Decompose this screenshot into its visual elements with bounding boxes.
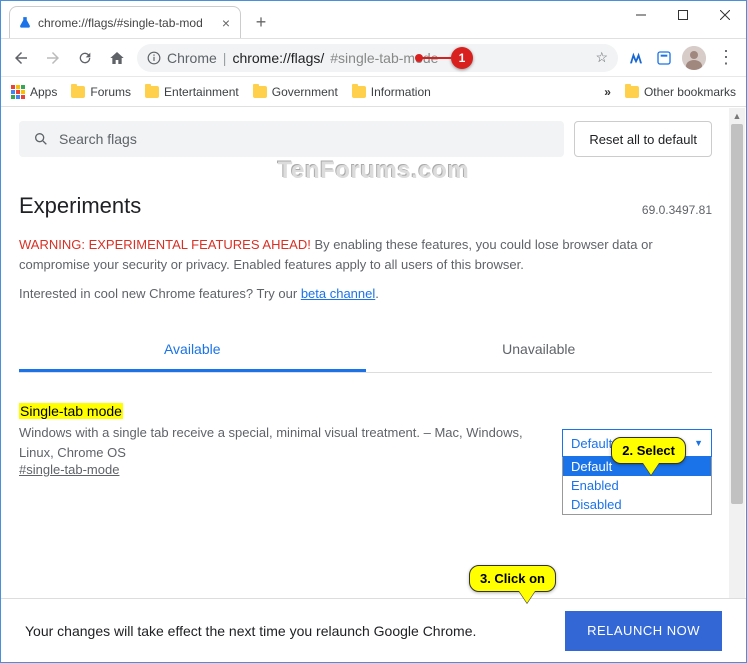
- relaunch-bar: Your changes will take effect the next t…: [1, 598, 746, 662]
- annotation-step-1: 1: [451, 47, 473, 69]
- annotation-dot-1: [415, 54, 423, 62]
- search-flags-input[interactable]: Search flags: [19, 121, 564, 157]
- address-bar[interactable]: Chrome | chrome://flags/#single-tab-mode…: [137, 44, 618, 72]
- maximize-button[interactable]: [662, 1, 704, 29]
- bookmark-star-icon[interactable]: ☆: [595, 49, 608, 66]
- home-button[interactable]: [105, 46, 129, 70]
- folder-icon: [253, 86, 267, 98]
- forward-button[interactable]: [41, 46, 65, 70]
- relaunch-button[interactable]: RELAUNCH NOW: [565, 611, 722, 651]
- flag-single-tab-mode: Single-tab mode Windows with a single ta…: [19, 403, 712, 477]
- scrollbar-thumb[interactable]: [731, 124, 743, 504]
- tab-unavailable[interactable]: Unavailable: [366, 329, 713, 372]
- browser-tab[interactable]: chrome://flags/#single-tab-mod ×: [9, 6, 241, 38]
- tab-title: chrome://flags/#single-tab-mod: [38, 16, 216, 30]
- relaunch-message: Your changes will take effect the next t…: [25, 623, 476, 639]
- tab-available[interactable]: Available: [19, 329, 366, 372]
- annotation-step-3: 3. Click on: [469, 565, 556, 592]
- bookmark-folder[interactable]: Information: [352, 85, 431, 99]
- folder-icon: [71, 86, 85, 98]
- flag-state-dropdown: Default Enabled Disabled: [562, 457, 712, 515]
- flask-icon: [18, 16, 32, 30]
- bookmark-folder[interactable]: Government: [253, 85, 338, 99]
- bookmark-folder[interactable]: Forums: [71, 85, 131, 99]
- reload-button[interactable]: [73, 46, 97, 70]
- vertical-scrollbar[interactable]: ▲ ▼: [729, 108, 745, 661]
- flag-hash-link[interactable]: #single-tab-mode: [19, 462, 119, 477]
- annotation-line-1: [419, 57, 451, 59]
- close-window-button[interactable]: [704, 1, 746, 29]
- reset-all-button[interactable]: Reset all to default: [574, 121, 712, 157]
- option-disabled[interactable]: Disabled: [563, 495, 711, 514]
- flag-tabs: Available Unavailable: [19, 329, 712, 373]
- folder-icon: [352, 86, 366, 98]
- profile-avatar[interactable]: [682, 46, 706, 70]
- toolbar: Chrome | chrome://flags/#single-tab-mode…: [1, 39, 746, 77]
- warning-heading: WARNING: EXPERIMENTAL FEATURES AHEAD!: [19, 237, 311, 252]
- search-icon: [33, 131, 49, 147]
- beta-channel-line: Interested in cool new Chrome features? …: [19, 286, 712, 301]
- extension-edge-icon[interactable]: [654, 48, 674, 68]
- info-icon: [147, 51, 161, 65]
- extension-malwarebytes-icon[interactable]: [626, 48, 646, 68]
- flag-title: Single-tab mode: [19, 403, 123, 419]
- folder-icon: [625, 86, 639, 98]
- url-scheme-label: Chrome: [167, 50, 217, 66]
- apps-icon: [11, 85, 25, 99]
- option-enabled[interactable]: Enabled: [563, 476, 711, 495]
- search-placeholder: Search flags: [59, 131, 137, 147]
- experiments-warning: WARNING: EXPERIMENTAL FEATURES AHEAD! By…: [19, 235, 712, 274]
- titlebar: chrome://flags/#single-tab-mod × +: [1, 1, 746, 39]
- folder-icon: [145, 86, 159, 98]
- close-tab-icon[interactable]: ×: [222, 15, 230, 31]
- flag-description: Windows with a single tab receive a spec…: [19, 423, 559, 462]
- page-title: Experiments: [19, 193, 712, 219]
- beta-channel-link[interactable]: beta channel: [301, 286, 375, 301]
- bookmarks-bar: Apps Forums Entertainment Government Inf…: [1, 77, 746, 107]
- annotation-step-2: 2. Select: [611, 437, 686, 464]
- minimize-button[interactable]: [620, 1, 662, 29]
- url-path: chrome://flags/: [232, 50, 324, 66]
- select-value: Default: [571, 436, 612, 451]
- new-tab-button[interactable]: +: [247, 8, 275, 36]
- back-button[interactable]: [9, 46, 33, 70]
- window-controls: [620, 1, 746, 29]
- page-content: Search flags Reset all to default Experi…: [1, 107, 746, 477]
- apps-label: Apps: [30, 85, 57, 99]
- other-bookmarks[interactable]: Other bookmarks: [625, 85, 736, 99]
- chevron-down-icon: ▼: [694, 438, 703, 448]
- bookmark-folder[interactable]: Entertainment: [145, 85, 239, 99]
- version-label: 69.0.3497.81: [642, 203, 712, 217]
- scroll-up-arrow[interactable]: ▲: [729, 108, 745, 124]
- menu-button[interactable]: ⋮: [714, 47, 738, 68]
- bookmarks-overflow[interactable]: »: [604, 85, 611, 99]
- apps-shortcut[interactable]: Apps: [11, 85, 57, 99]
